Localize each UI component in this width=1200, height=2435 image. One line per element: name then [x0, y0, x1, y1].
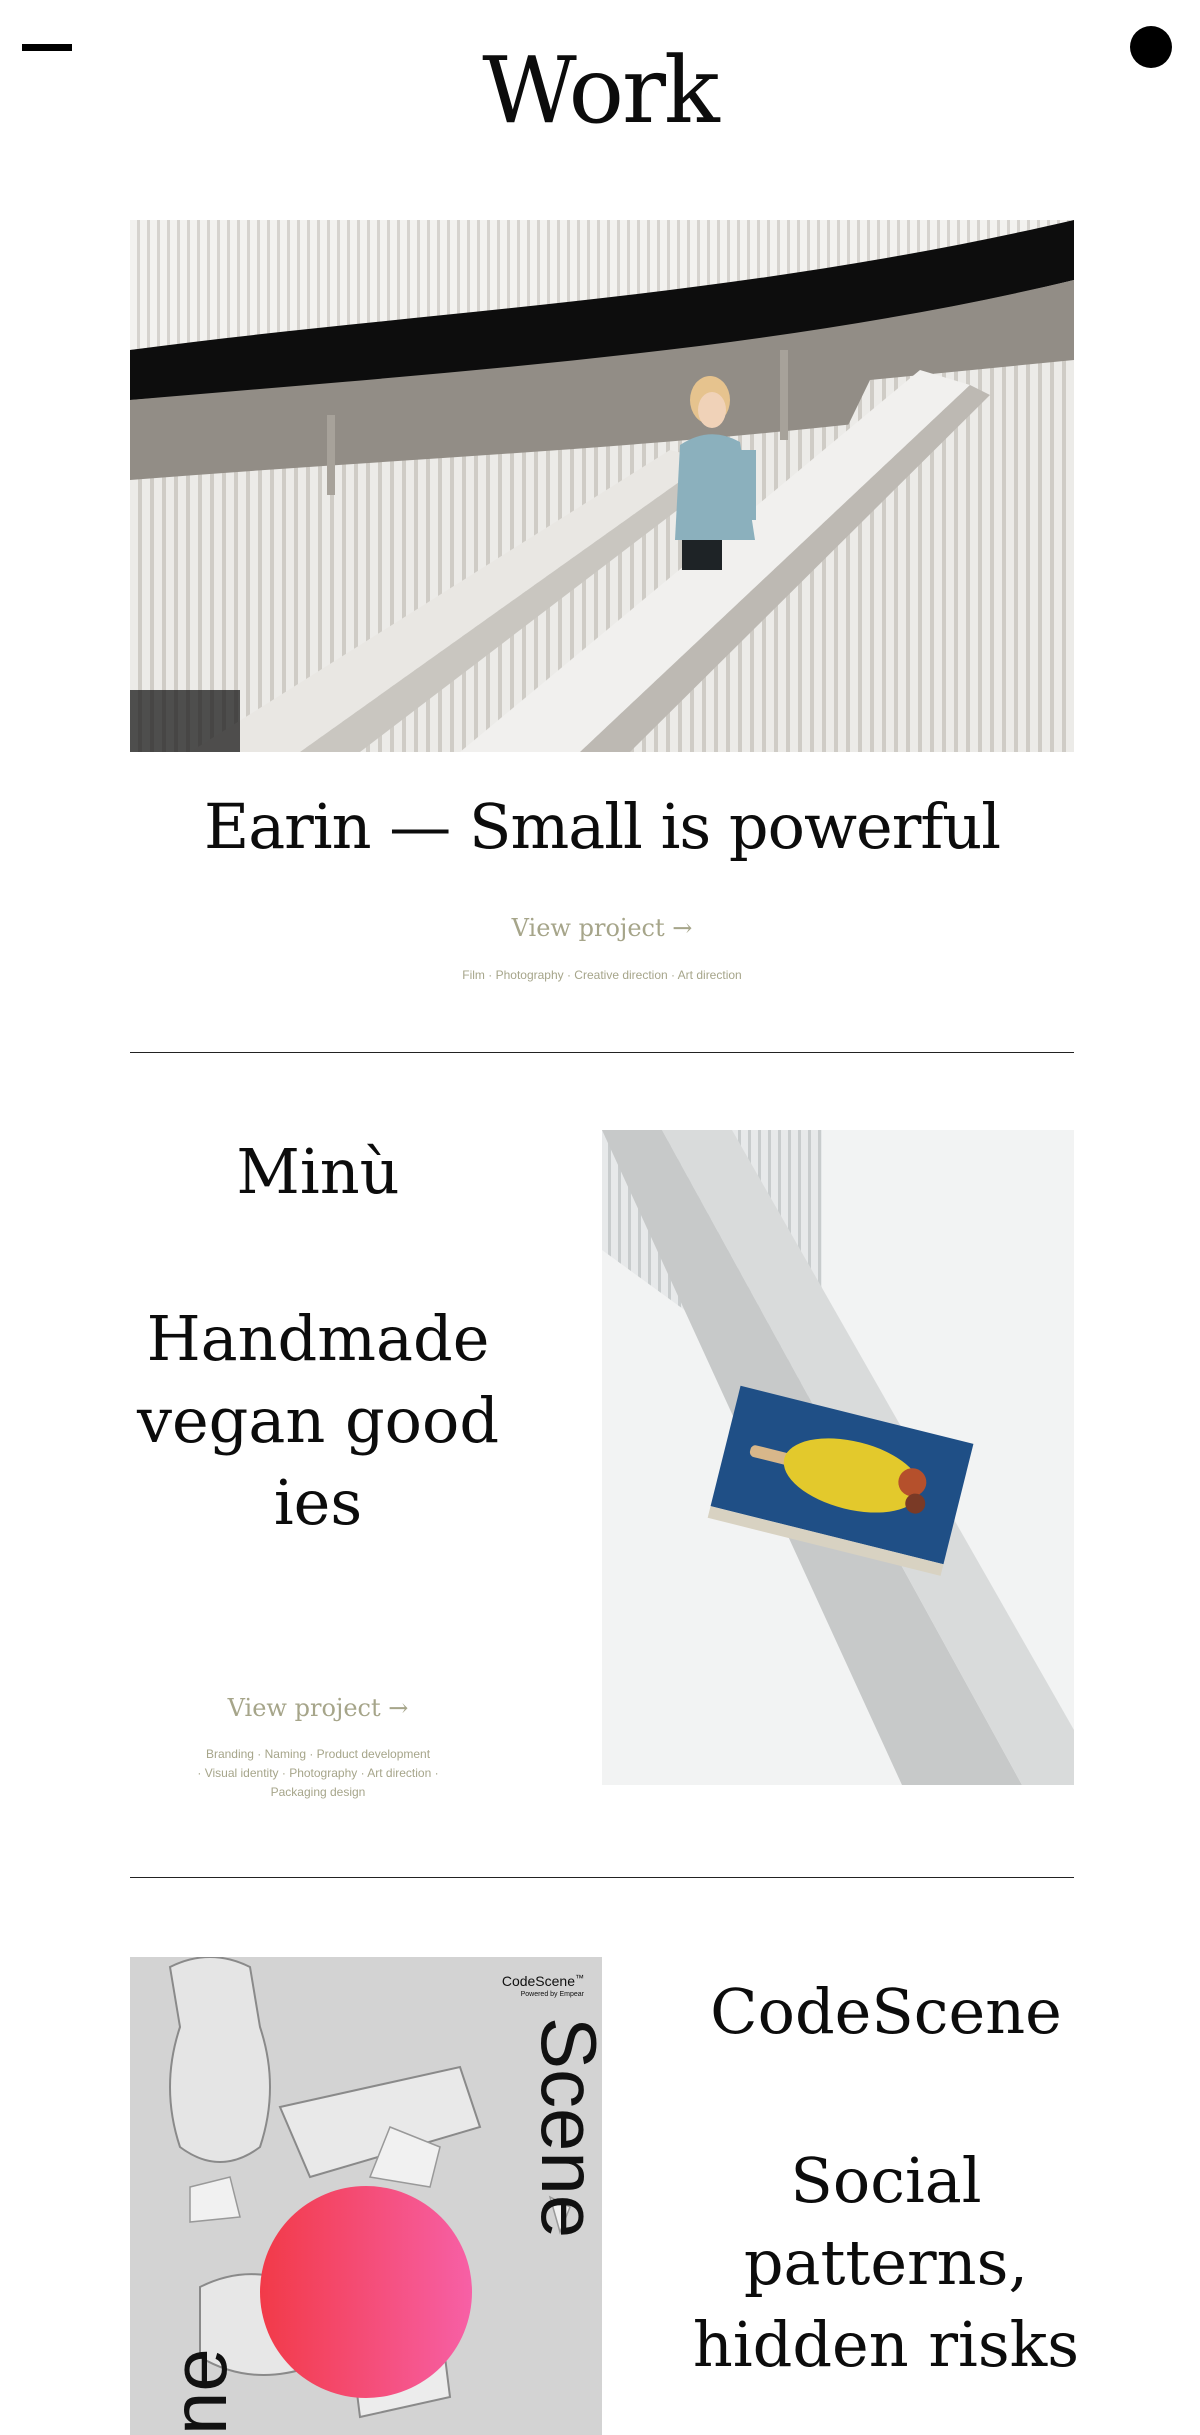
earin-project-image[interactable]: [130, 220, 1074, 752]
minu-project-image[interactable]: [602, 1130, 1074, 1785]
poster-brand-name: CodeScene: [501, 1973, 575, 1989]
project-tags-earin: Film · Photography · Creative direction …: [462, 968, 742, 982]
project-title-minu: Minù: [236, 1135, 400, 1208]
project-title-codescene: CodeScene: [710, 1975, 1062, 2048]
tags-line: Branding · Naming · Product development: [205, 1747, 431, 1761]
divider: [130, 1877, 1074, 1878]
divider: [130, 1052, 1074, 1053]
project-title-earin: Earin — Small is powerful: [203, 790, 1001, 863]
tags-line: Packaging design: [270, 1785, 366, 1799]
poster-vertical-word: Scene: [525, 2017, 602, 2239]
poster-vertical-word-bottom: ne: [155, 2348, 243, 2435]
subtitle-line: Social: [790, 2144, 982, 2217]
page-title: Work: [482, 37, 719, 144]
poster-vertical-text-bottom: ne: [155, 2337, 250, 2435]
cursor-blob: [260, 2186, 472, 2398]
poster-powered: Powered by Empear: [520, 1991, 584, 1998]
poster-brand: CodeScene™ Powered by Empear: [502, 1973, 584, 1998]
poster-brand-sup: ™: [575, 1973, 584, 1983]
popsicle-photo: [602, 1130, 1074, 1785]
view-project-link-earin[interactable]: View project →: [130, 914, 1074, 942]
project-subtitle-minu: Handmade vegan goodies: [136, 1302, 500, 1539]
subtitle-line: patterns,: [743, 2226, 1029, 2299]
stairwell-photo: [130, 220, 1074, 752]
project-tags-minu: Branding · Naming · Product development …: [130, 1745, 506, 1802]
project-subtitle-codescene: Social patterns, hidden risks: [668, 2140, 1104, 2386]
subtitle-line: hidden risks: [692, 2308, 1080, 2381]
view-project-link-minu[interactable]: View project →: [130, 1694, 506, 1722]
tags-line: · Visual identity · Photography · Art di…: [197, 1766, 439, 1780]
poster-vertical-text: Scene: [518, 2017, 602, 2297]
